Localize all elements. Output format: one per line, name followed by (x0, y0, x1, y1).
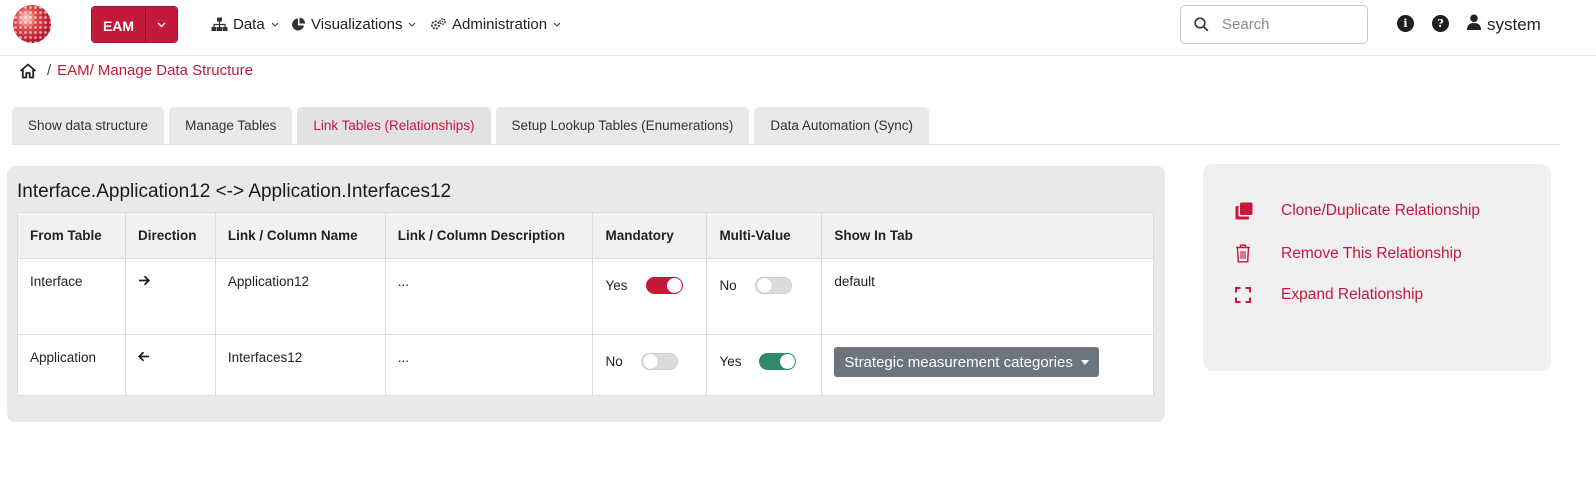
mandatory-cell: No (592, 334, 708, 396)
tab-setup-lookup-tables[interactable]: Setup Lookup Tables (Enumerations) (495, 107, 750, 144)
tabs-divider (12, 144, 1560, 145)
show-in-tab-dropdown[interactable]: Strategic measurement categories (834, 347, 1099, 377)
breadcrumb-manage-data-structure[interactable]: Manage Data Structure (98, 62, 253, 79)
user-name: system (1487, 14, 1541, 34)
mandatory-toggle[interactable] (645, 277, 683, 294)
search-box[interactable] (1180, 5, 1368, 44)
table-row: Interface Application12 ... Yes No defau… (17, 258, 1154, 335)
remove-relationship-action[interactable]: Remove This Relationship (1235, 244, 1462, 263)
table-header-row: From Table Direction Link / Column Name … (17, 212, 1154, 259)
relationship-title: Interface.Application12 <-> Application.… (17, 181, 452, 202)
right-arrow-icon (138, 274, 151, 289)
chevron-down-icon (553, 22, 561, 27)
info-icon[interactable]: i (1397, 15, 1414, 32)
tab-manage-tables[interactable]: Manage Tables (169, 107, 293, 144)
multi-value-label: No (719, 278, 737, 293)
tab-show-data-structure[interactable]: Show data structure (12, 107, 165, 144)
multi-value-toggle[interactable] (754, 277, 792, 294)
multi-value-toggle[interactable] (759, 353, 797, 370)
menu-visualizations[interactable]: Visualizations (291, 16, 416, 33)
top-navbar: EAM Data Visualizations Administration S… (0, 0, 1596, 56)
breadcrumb-separator: / (47, 62, 52, 79)
app-switcher-label[interactable]: EAM (92, 7, 145, 42)
menu-administration[interactable]: Administration (430, 16, 561, 33)
multi-value-cell: Yes (706, 334, 823, 396)
home-icon[interactable] (19, 63, 37, 79)
description-cell[interactable]: ... (384, 258, 594, 335)
direction-cell (124, 258, 216, 335)
gears-icon (430, 17, 447, 32)
mandatory-label: No (605, 354, 623, 369)
mandatory-label: Yes (605, 278, 628, 293)
chevron-down-icon[interactable] (145, 7, 177, 42)
search-input[interactable] (1222, 16, 1352, 33)
column-header: Mandatory (592, 212, 708, 259)
sitemap-icon (211, 17, 228, 32)
multi-value-label: Yes (719, 354, 742, 369)
expand-relationship-label: Expand Relationship (1281, 286, 1424, 303)
expand-relationship-action[interactable]: Expand Relationship (1235, 286, 1423, 304)
column-header: Multi-Value (706, 212, 823, 259)
breadcrumb-eam[interactable]: EAM/ (57, 62, 94, 79)
search-icon (1194, 17, 1209, 32)
column-name-cell[interactable]: Application12 (214, 258, 386, 335)
tab-link-tables[interactable]: Link Tables (Relationships) (297, 107, 491, 144)
menu-administration-label: Administration (452, 16, 548, 33)
help-icon[interactable]: ? (1432, 15, 1449, 32)
app-switcher-button[interactable]: EAM (91, 6, 178, 43)
direction-cell (124, 334, 216, 396)
show-in-tab-value: Strategic measurement categories (844, 353, 1073, 371)
from-table-cell: Interface (17, 258, 126, 335)
tab-bar: Show data structure Manage Tables Link T… (12, 107, 929, 144)
user-icon (1467, 14, 1481, 35)
pie-chart-icon (291, 17, 306, 32)
table-row: Application Interfaces12 ... No Yes Stra… (17, 334, 1154, 396)
column-header: Show In Tab (821, 212, 1154, 259)
user-menu[interactable]: system (1467, 14, 1541, 35)
tab-data-automation[interactable]: Data Automation (Sync) (754, 107, 929, 144)
menu-visualizations-label: Visualizations (311, 16, 403, 33)
chevron-down-icon (408, 22, 416, 27)
column-name-cell[interactable]: Interfaces12 (214, 334, 386, 396)
clone-relationship-action[interactable]: Clone/Duplicate Relationship (1235, 202, 1480, 220)
column-header: Direction (124, 212, 216, 259)
description-cell[interactable]: ... (384, 334, 594, 396)
column-header: Link / Column Description (384, 212, 594, 259)
mandatory-toggle[interactable] (640, 353, 678, 370)
globe-logo[interactable] (13, 5, 51, 43)
menu-data-label: Data (233, 16, 265, 33)
menu-data[interactable]: Data (211, 16, 279, 33)
breadcrumb: / EAM/ Manage Data Structure (19, 62, 253, 79)
caret-down-icon (1080, 359, 1089, 365)
chevron-down-icon (271, 22, 279, 27)
from-table-cell: Application (17, 334, 126, 396)
remove-relationship-label: Remove This Relationship (1281, 244, 1462, 262)
clone-icon (1235, 202, 1281, 220)
relationship-panel: Interface.Application12 <-> Application.… (7, 166, 1165, 422)
trash-icon (1235, 244, 1281, 263)
column-header: From Table (17, 212, 126, 259)
clone-relationship-label: Clone/Duplicate Relationship (1281, 202, 1481, 219)
multi-value-cell: No (706, 258, 823, 335)
left-arrow-icon (137, 350, 150, 365)
column-header: Link / Column Name (214, 212, 386, 259)
show-in-tab-cell[interactable]: default (821, 258, 1154, 335)
show-in-tab-cell: Strategic measurement categories (821, 334, 1154, 396)
mandatory-cell: Yes (592, 258, 708, 335)
relationship-table: From Table Direction Link / Column Name … (17, 212, 1154, 396)
expand-icon (1235, 287, 1281, 303)
actions-panel: Clone/Duplicate Relationship Remove This… (1203, 164, 1551, 371)
